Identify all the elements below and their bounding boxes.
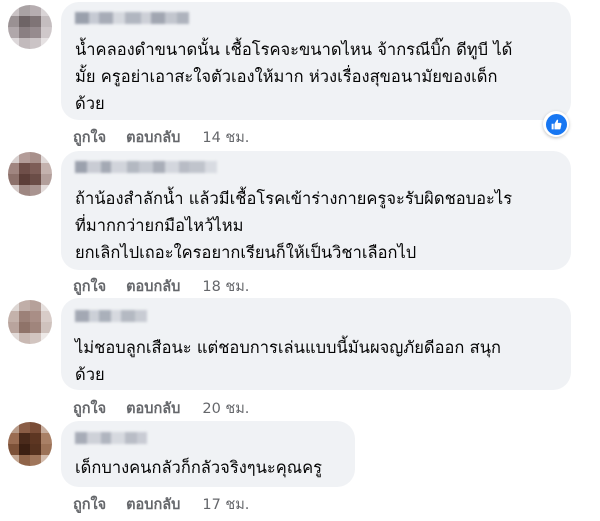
comment-actions: ถูกใจ ตอบกลับ 20 ชม. — [73, 397, 249, 420]
reply-button[interactable]: ตอบกลับ — [126, 493, 180, 516]
reply-button[interactable]: ตอบกลับ — [126, 126, 180, 149]
avatar[interactable] — [8, 152, 52, 196]
comment-actions: ถูกใจ ตอบกลับ 18 ชม. — [73, 275, 249, 298]
comment-text: ถ้าน้องสำลักน้ำ แล้วมีเชื้อโรคเข้าร่างกา… — [75, 189, 513, 262]
like-button[interactable]: ถูกใจ — [73, 275, 106, 298]
author-name-redacted[interactable] — [75, 161, 217, 173]
comment-bubble: ถ้าน้องสำลักน้ำ แล้วมีเชื้อโรคเข้าร่างกา… — [61, 151, 571, 270]
comment-text: น้ำคลองดำขนาดนั้น เชื้อโรคจะขนาดไหน จ้าก… — [75, 40, 513, 113]
avatar[interactable] — [8, 300, 52, 344]
timestamp[interactable]: 17 ชม. — [202, 493, 249, 516]
timestamp[interactable]: 20 ชม. — [202, 397, 249, 420]
like-icon — [551, 119, 561, 129]
reply-button[interactable]: ตอบกลับ — [126, 275, 180, 298]
author-name-redacted[interactable] — [75, 12, 189, 24]
avatar[interactable] — [8, 5, 52, 49]
comment-bubble: เด็กบางคนกลัวก็กลัวจริงๆนะคุณครู — [61, 421, 355, 487]
comment-text: ไม่ชอบลูกเสือนะ แต่ชอบการเล่นแบบนี้มันผจ… — [75, 338, 502, 384]
comment-text: เด็กบางคนกลัวก็กลัวจริงๆนะคุณครู — [75, 458, 323, 477]
reply-button[interactable]: ตอบกลับ — [126, 397, 180, 420]
comment-bubble: น้ำคลองดำขนาดนั้น เชื้อโรคจะขนาดไหน จ้าก… — [61, 2, 571, 120]
like-button[interactable]: ถูกใจ — [73, 493, 106, 516]
like-button[interactable]: ถูกใจ — [73, 397, 106, 420]
like-button[interactable]: ถูกใจ — [73, 126, 106, 149]
author-name-redacted[interactable] — [75, 310, 147, 322]
comment-bubble: ไม่ชอบลูกเสือนะ แต่ชอบการเล่นแบบนี้มันผจ… — [61, 298, 571, 390]
comment-actions: ถูกใจ ตอบกลับ 14 ชม. — [73, 126, 249, 149]
author-name-redacted[interactable] — [75, 432, 147, 444]
timestamp[interactable]: 14 ชม. — [202, 126, 249, 149]
timestamp[interactable]: 18 ชม. — [202, 275, 249, 298]
reaction-badge[interactable] — [543, 111, 569, 137]
comment-actions: ถูกใจ ตอบกลับ 17 ชม. — [73, 493, 249, 516]
avatar[interactable] — [8, 422, 52, 466]
